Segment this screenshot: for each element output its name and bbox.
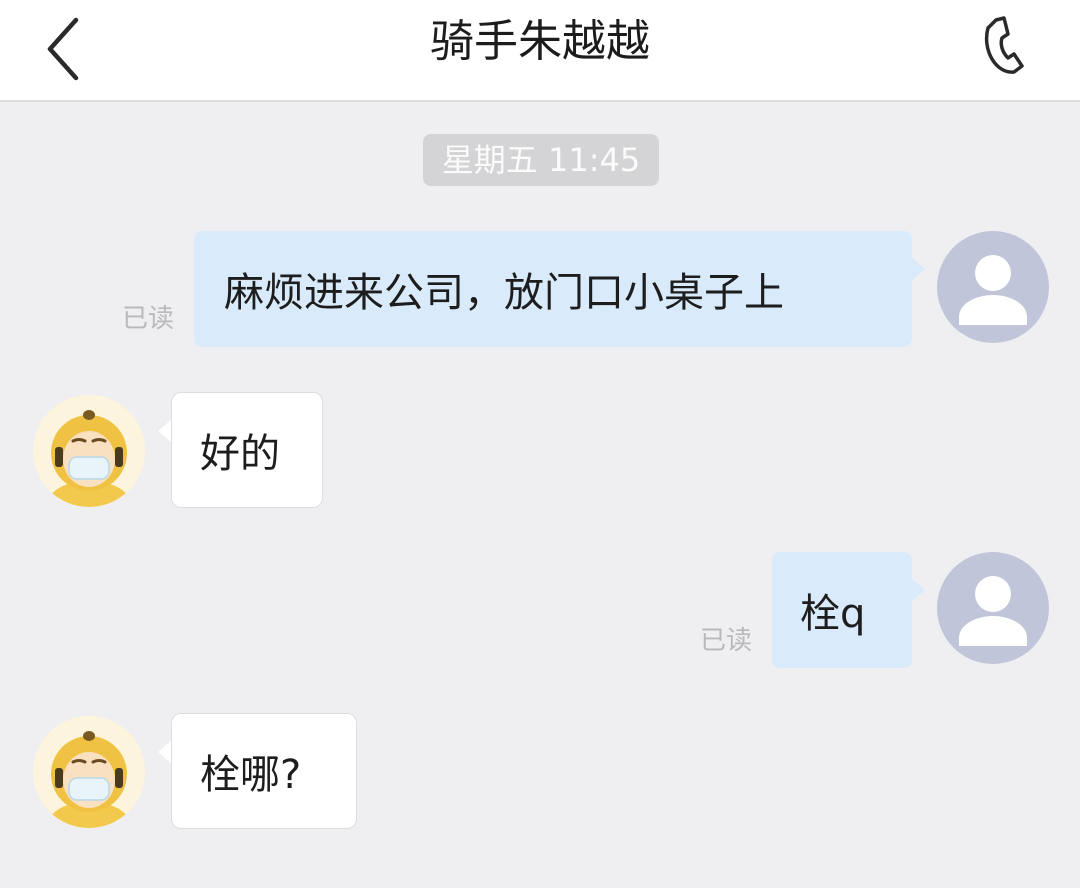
bubble-tail [158, 740, 172, 764]
rider-avatar-icon [45, 731, 133, 828]
message-bubble-outgoing[interactable]: 麻烦进来公司，放门口小桌子上 [194, 231, 912, 347]
message-text: 栓哪? [200, 752, 302, 798]
chat-header: 骑手朱越越 [0, 0, 1080, 102]
message-bubble-incoming[interactable]: 好的 [171, 392, 323, 508]
contact-name-title: 骑手朱越越 [430, 16, 650, 67]
default-user-icon [959, 255, 1027, 325]
message-text: 麻烦进来公司，放门口小桌子上 [224, 270, 784, 316]
timestamp-pill: 星期五 11:45 [423, 134, 659, 186]
my-avatar[interactable] [937, 552, 1049, 664]
my-avatar[interactable] [937, 231, 1049, 343]
call-button[interactable] [974, 14, 1030, 78]
bubble-tail [911, 257, 925, 281]
rider-avatar[interactable] [33, 716, 145, 828]
message-bubble-outgoing[interactable]: 栓q [772, 552, 912, 668]
read-status: 已读 [700, 626, 753, 656]
default-user-icon [959, 576, 1027, 646]
rider-avatar-icon [45, 410, 133, 507]
message-text: 好的 [200, 431, 280, 477]
read-status: 已读 [122, 304, 175, 334]
rider-avatar[interactable] [33, 395, 145, 507]
bubble-tail [911, 578, 925, 602]
phone-icon [984, 16, 1024, 74]
message-text: 栓q [800, 591, 866, 637]
message-bubble-incoming[interactable]: 栓哪? [171, 713, 357, 829]
bubble-tail [158, 419, 172, 443]
